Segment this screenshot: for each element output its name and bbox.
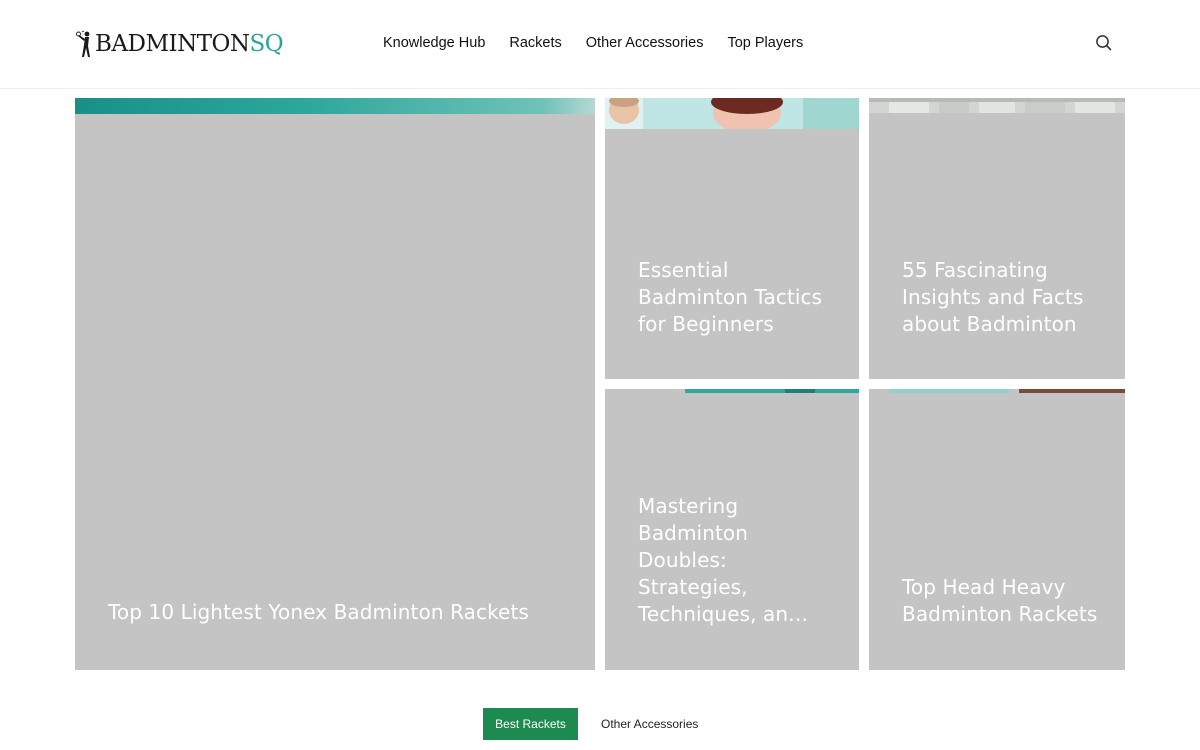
post-title[interactable]: Top Head Heavy Badminton Rackets [902,574,1097,628]
post-image-strip [75,98,595,114]
post-title-line: Essential [638,258,729,282]
post-title-line: for Beginners [638,312,774,336]
featured-post-card-doubles[interactable]: Mastering Badminton Doubles: Strategies,… [605,389,859,670]
site-header: BADMINTONSQ Knowledge Hub Rackets Other … [0,0,1200,89]
post-title-line: Insights and Facts [902,285,1084,309]
logo-accent: SQ [249,31,284,57]
post-title[interactable]: Essential Badminton Tactics for Beginner… [638,257,822,338]
tab-best-rackets[interactable]: Best Rackets [483,708,578,740]
post-title-line: Strategies, [638,575,748,599]
post-title-line: Techniques, an… [638,602,809,626]
post-title-line: Badminton Rackets [902,602,1098,626]
post-title[interactable]: 55 Fascinating Insights and Facts about … [902,257,1084,338]
badminton-player-icon [76,30,90,57]
logo-main: BADMINTON [95,31,250,57]
search-icon [1096,35,1112,51]
search-button[interactable] [1094,33,1114,53]
featured-post-card-tactics[interactable]: Essential Badminton Tactics for Beginner… [605,98,859,379]
tab-other-accessories[interactable]: Other Accessories [601,708,698,740]
post-title[interactable]: Mastering Badminton Doubles: Strategies,… [638,493,808,628]
post-title[interactable]: Top 10 Lightest Yonex Badminton Rackets [108,599,529,626]
post-image-strip [869,389,1125,393]
main-nav: Knowledge Hub Rackets Other Accessories … [383,33,827,53]
post-title-line: Doubles: [638,548,727,572]
featured-post-card-heavy-rackets[interactable]: Top Head Heavy Badminton Rackets [869,389,1125,670]
post-title-line: 55 Fascinating [902,258,1048,282]
post-title-line: Badminton Tactics [638,285,823,309]
nav-item-knowledge-hub[interactable]: Knowledge Hub [383,33,485,53]
post-title-line: Badminton [638,521,749,545]
nav-item-top-players[interactable]: Top Players [727,33,803,53]
post-image-strip [605,98,859,129]
logo-text: BADMINTONSQ [95,26,284,62]
post-title-line: Mastering [638,494,739,518]
nav-item-other-accessories[interactable]: Other Accessories [586,33,704,53]
post-title-line: about Badminton [902,312,1077,336]
featured-post-card-facts[interactable]: 55 Fascinating Insights and Facts about … [869,98,1125,379]
featured-post-card-main[interactable]: Top 10 Lightest Yonex Badminton Rackets [75,98,595,670]
post-title-line: Top Head Heavy [902,575,1066,599]
post-image-strip [869,98,1125,113]
post-image-strip [605,389,859,393]
site-logo[interactable]: BADMINTONSQ [76,26,284,62]
nav-item-rackets[interactable]: Rackets [509,33,561,53]
